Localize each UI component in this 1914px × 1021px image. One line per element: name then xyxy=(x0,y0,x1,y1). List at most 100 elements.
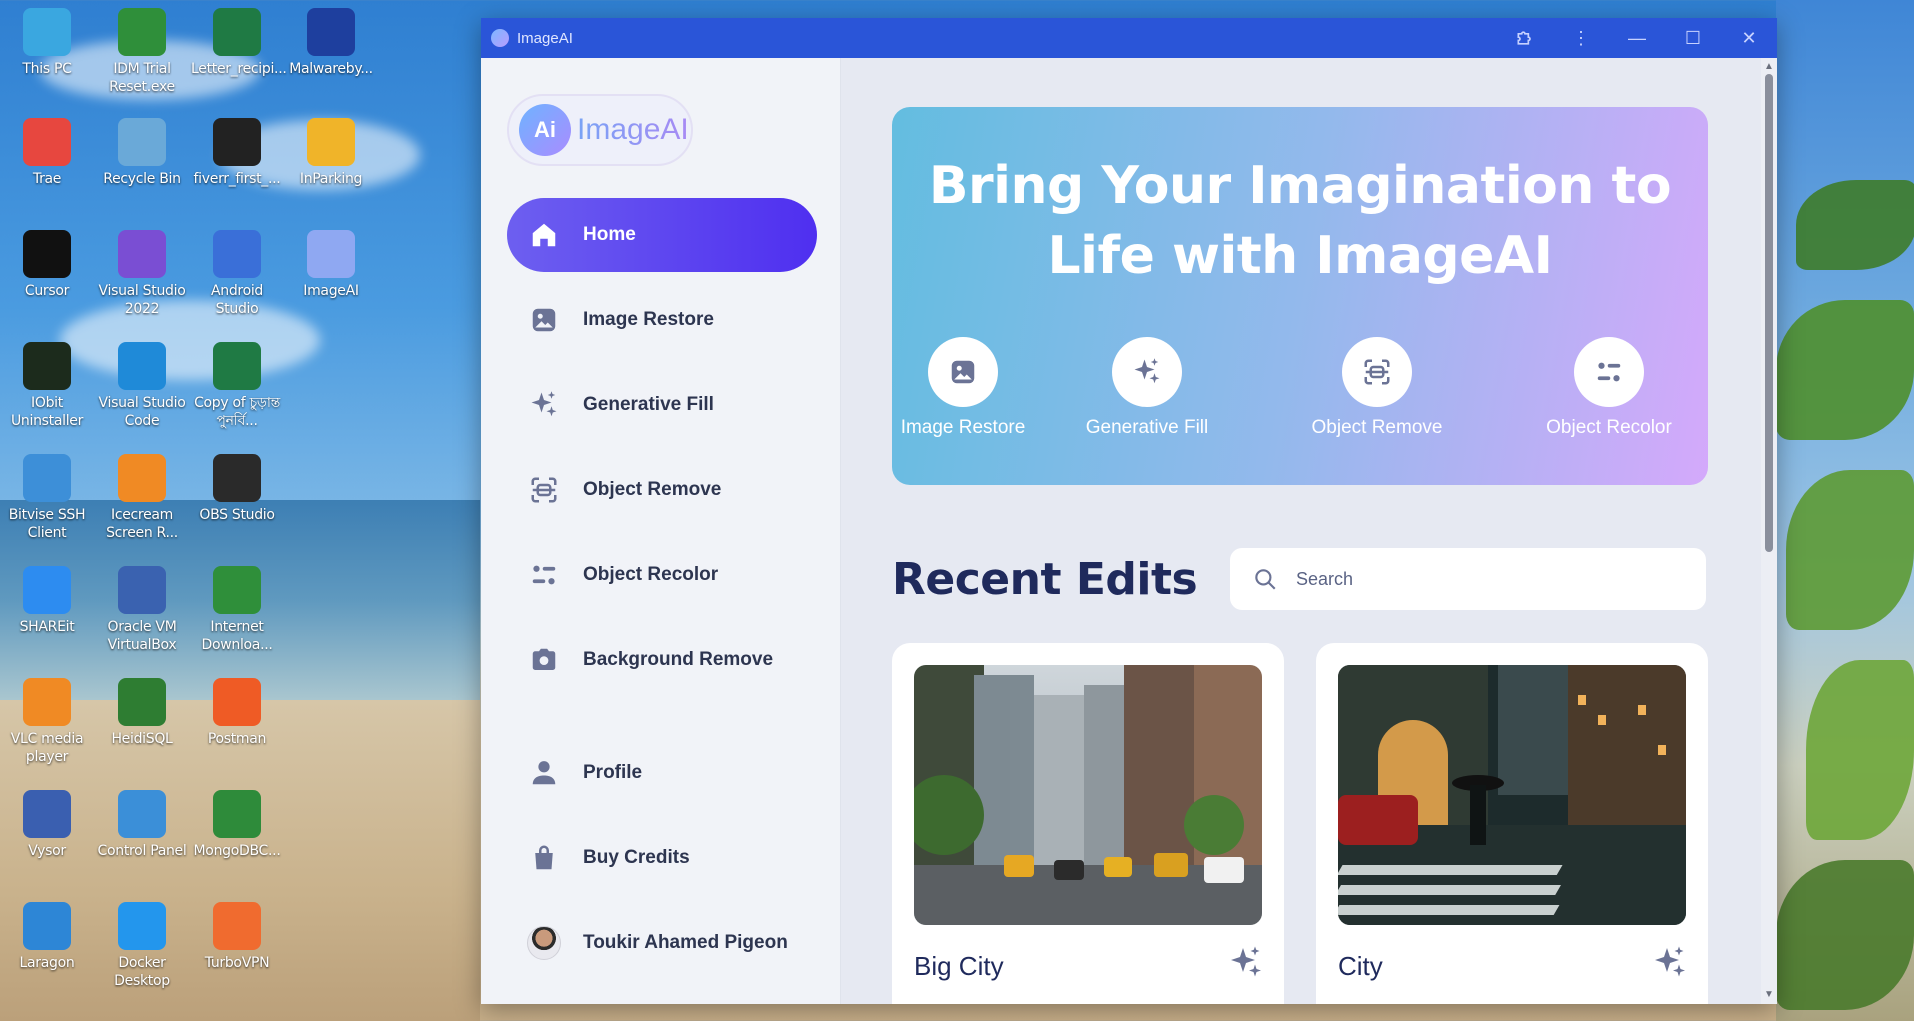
desktop-icon[interactable]: SHAREit xyxy=(1,566,93,636)
desktop-icon[interactable]: Bitvise SSH Client xyxy=(1,454,93,542)
desktop-icon-label: Vysor xyxy=(28,843,66,859)
desktop-icon-label: Bitvise SSH Client xyxy=(8,507,86,541)
desktop-icon-label: HeidiSQL xyxy=(111,731,173,747)
nav-label: Profile xyxy=(583,762,643,783)
desktop-icon[interactable]: fiverr_first_... xyxy=(191,118,283,188)
recent-card-city[interactable]: City xyxy=(1316,643,1708,1004)
object-remove-icon xyxy=(527,473,561,507)
recent-card-big-city[interactable]: Big City xyxy=(892,643,1284,1004)
desktop-icon[interactable]: OBS Studio xyxy=(191,454,283,524)
desktop-icon[interactable]: Icecream Screen R... xyxy=(96,454,188,542)
desktop-icon[interactable]: Visual Studio 2022 xyxy=(96,230,188,318)
desktop-icon[interactable]: Postman xyxy=(191,678,283,748)
desktop-icon[interactable]: Letter_recipi... xyxy=(191,8,287,78)
nav-item-object-remove[interactable]: Object Remove xyxy=(507,453,817,527)
desktop-icon[interactable]: Android Studio xyxy=(191,230,283,318)
desktop-icon[interactable]: Trae xyxy=(1,118,93,188)
app-icon xyxy=(118,230,166,278)
desktop-icon-label: Letter_recipi... xyxy=(191,61,287,77)
palm-leaf xyxy=(1776,860,1914,1010)
desktop-icon[interactable]: Docker Desktop xyxy=(96,902,188,990)
nav-item-object-recolor[interactable]: Object Recolor xyxy=(507,538,817,612)
sparkles-icon[interactable] xyxy=(1228,945,1264,981)
desktop-icon[interactable]: This PC xyxy=(1,8,93,78)
desktop-icon[interactable]: MongoDBC... xyxy=(191,790,283,860)
window-title: ImageAI xyxy=(517,29,573,47)
vertical-scrollbar[interactable]: ▲ ▼ xyxy=(1761,58,1777,1004)
desktop-icon-label: Postman xyxy=(207,731,267,747)
nav-item-profile[interactable]: Profile xyxy=(507,736,817,810)
palm-leaf xyxy=(1796,180,1914,270)
desktop-icon[interactable]: TurboVPN xyxy=(191,902,283,972)
desktop-icon-label: VLC media player xyxy=(10,731,84,765)
desktop-icon[interactable]: Malwareby... xyxy=(285,8,377,78)
feature-generative-fill[interactable]: Generative Fill xyxy=(1062,337,1232,439)
logo-text: ImageAI xyxy=(577,113,689,146)
nav-item-generative-fill[interactable]: Generative Fill xyxy=(507,368,817,442)
title-bar[interactable]: ImageAI ⋮ — ☐ ✕ xyxy=(481,18,1777,58)
desktop-icon-label: Oracle VM VirtualBox xyxy=(107,619,177,653)
user-profile[interactable]: Toukir Ahamed Pigeon xyxy=(507,906,817,980)
scrollbar-thumb[interactable] xyxy=(1765,74,1773,552)
feature-object-remove[interactable]: Object Remove xyxy=(1292,337,1462,439)
sparkles-icon[interactable] xyxy=(1652,945,1688,981)
desktop-icon[interactable]: IObit Uninstaller xyxy=(1,342,93,430)
close-button[interactable]: ✕ xyxy=(1721,18,1777,58)
app-icon xyxy=(307,118,355,166)
desktop-icon[interactable]: Visual Studio Code xyxy=(96,342,188,430)
scroll-up-icon[interactable]: ▲ xyxy=(1763,62,1775,72)
desktop-icon-label: TurboVPN xyxy=(204,955,270,971)
sparkles-icon xyxy=(527,388,561,422)
app-icon xyxy=(213,342,261,390)
desktop-icon[interactable]: Internet Downloa... xyxy=(191,566,283,654)
desktop-icon-label: Control Panel xyxy=(97,843,187,859)
recolor-icon xyxy=(1574,337,1644,407)
nav-item-background-remove[interactable]: Background Remove xyxy=(507,623,817,697)
desktop-icon[interactable]: Oracle VM VirtualBox xyxy=(96,566,188,654)
desktop-icon-label: Android Studio xyxy=(210,283,264,317)
desktop-icon[interactable]: IDM Trial Reset.exe xyxy=(96,8,188,96)
desktop-icon-label: Visual Studio Code xyxy=(98,395,186,429)
search-field[interactable] xyxy=(1228,546,1708,612)
feature-object-recolor[interactable]: Object Recolor xyxy=(1524,337,1694,439)
desktop-icon[interactable]: Recycle Bin xyxy=(96,118,188,188)
imageai-window: ImageAI ⋮ — ☐ ✕ Ai ImageAI Home Image Re… xyxy=(481,18,1777,1004)
nav-label: Image Restore xyxy=(583,309,714,330)
desktop-icon[interactable]: Cursor xyxy=(1,230,93,300)
feature-image-restore[interactable]: Image Restore xyxy=(878,337,1048,439)
app-icon xyxy=(213,678,261,726)
minimize-button[interactable]: — xyxy=(1609,18,1665,58)
puzzle-icon[interactable] xyxy=(1497,18,1553,58)
desktop-icon[interactable]: Copy of চুড়ান্ত পুনর্বি... xyxy=(191,342,283,430)
desktop-icon[interactable]: HeidiSQL xyxy=(96,678,188,748)
desktop-icon-label: Cursor xyxy=(24,283,70,299)
app-icon xyxy=(23,678,71,726)
more-vertical-icon[interactable]: ⋮ xyxy=(1553,18,1609,58)
desktop-icon[interactable]: InParking xyxy=(285,118,377,188)
maximize-button[interactable]: ☐ xyxy=(1665,18,1721,58)
desktop-icon-label: fiverr_first_... xyxy=(193,171,281,187)
nav-item-home[interactable]: Home xyxy=(507,198,817,272)
search-input[interactable] xyxy=(1296,568,1676,590)
card-thumbnail xyxy=(1338,665,1686,925)
app-icon xyxy=(23,566,71,614)
app-icon xyxy=(118,342,166,390)
desktop-icon[interactable]: Vysor xyxy=(1,790,93,860)
object-remove-icon xyxy=(1342,337,1412,407)
nav-label: Buy Credits xyxy=(583,847,690,868)
nav-item-buy-credits[interactable]: Buy Credits xyxy=(507,821,817,895)
home-icon xyxy=(527,218,561,252)
desktop-icon[interactable]: Laragon xyxy=(1,902,93,972)
image-icon xyxy=(527,303,561,337)
desktop-icon[interactable]: VLC media player xyxy=(1,678,93,766)
app-logo[interactable]: Ai ImageAI xyxy=(507,94,693,166)
desktop-icon[interactable]: ImageAI xyxy=(285,230,377,300)
app-icon xyxy=(23,902,71,950)
palm-leaf xyxy=(1776,300,1914,440)
palm-leaf xyxy=(1786,470,1914,630)
desktop-icon-label: Icecream Screen R... xyxy=(106,507,178,541)
scroll-down-icon[interactable]: ▼ xyxy=(1763,990,1775,1000)
desktop-icon[interactable]: Control Panel xyxy=(96,790,188,860)
nav-item-image-restore[interactable]: Image Restore xyxy=(507,283,817,357)
feature-label: Image Restore xyxy=(900,417,1026,438)
